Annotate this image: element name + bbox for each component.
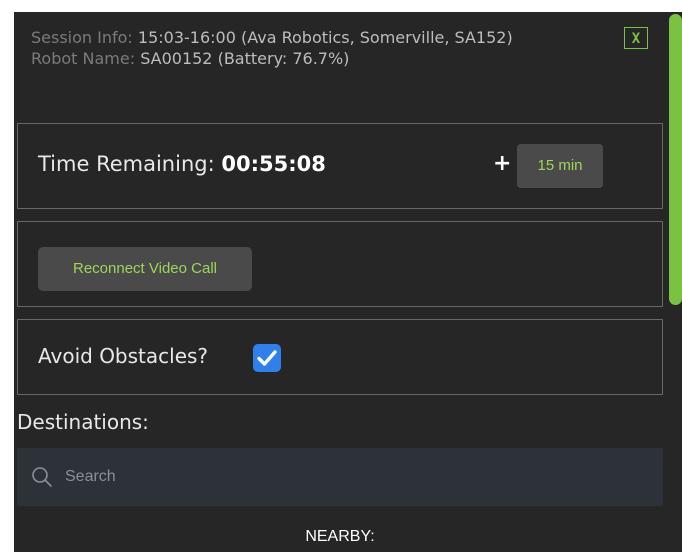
close-icon: X <box>631 31 641 47</box>
time-remaining-section: Time Remaining: 00:55:08 + 15 min <box>17 123 663 209</box>
search-input[interactable] <box>65 448 645 506</box>
destination-search[interactable] <box>17 448 663 506</box>
reconnect-video-call-button[interactable]: Reconnect Video Call <box>38 247 252 291</box>
session-info: Session Info: 15:03-16:00 (Ava Robotics,… <box>31 27 591 69</box>
search-icon <box>32 467 52 487</box>
time-remaining-value: 00:55:08 <box>221 152 326 176</box>
time-remaining: Time Remaining: 00:55:08 <box>38 152 326 176</box>
destinations-heading: Destinations: <box>17 410 149 434</box>
robot-name-value: SA00152 (Battery: 76.7%) <box>140 49 350 68</box>
scrollbar-thumb[interactable] <box>669 14 682 305</box>
session-panel: Session Info: 15:03-16:00 (Ava Robotics,… <box>14 12 682 552</box>
add-15-min-button[interactable]: 15 min <box>517 144 603 188</box>
plus-sign: + <box>493 151 512 176</box>
close-button[interactable]: X <box>624 27 648 49</box>
session-info-label: Session Info: <box>31 28 133 47</box>
checkmark-icon <box>257 350 277 366</box>
avoid-obstacles-section: Avoid Obstacles? <box>17 319 663 395</box>
avoid-obstacles-checkbox[interactable] <box>253 344 281 372</box>
avoid-obstacles-label: Avoid Obstacles? <box>38 344 209 368</box>
session-info-value: 15:03-16:00 (Ava Robotics, Somerville, S… <box>137 28 513 47</box>
nearby-heading: NEARBY: <box>305 528 375 545</box>
video-call-section: Reconnect Video Call <box>17 221 663 307</box>
time-remaining-label: Time Remaining: <box>38 152 215 176</box>
robot-name-label: Robot Name: <box>31 49 136 68</box>
